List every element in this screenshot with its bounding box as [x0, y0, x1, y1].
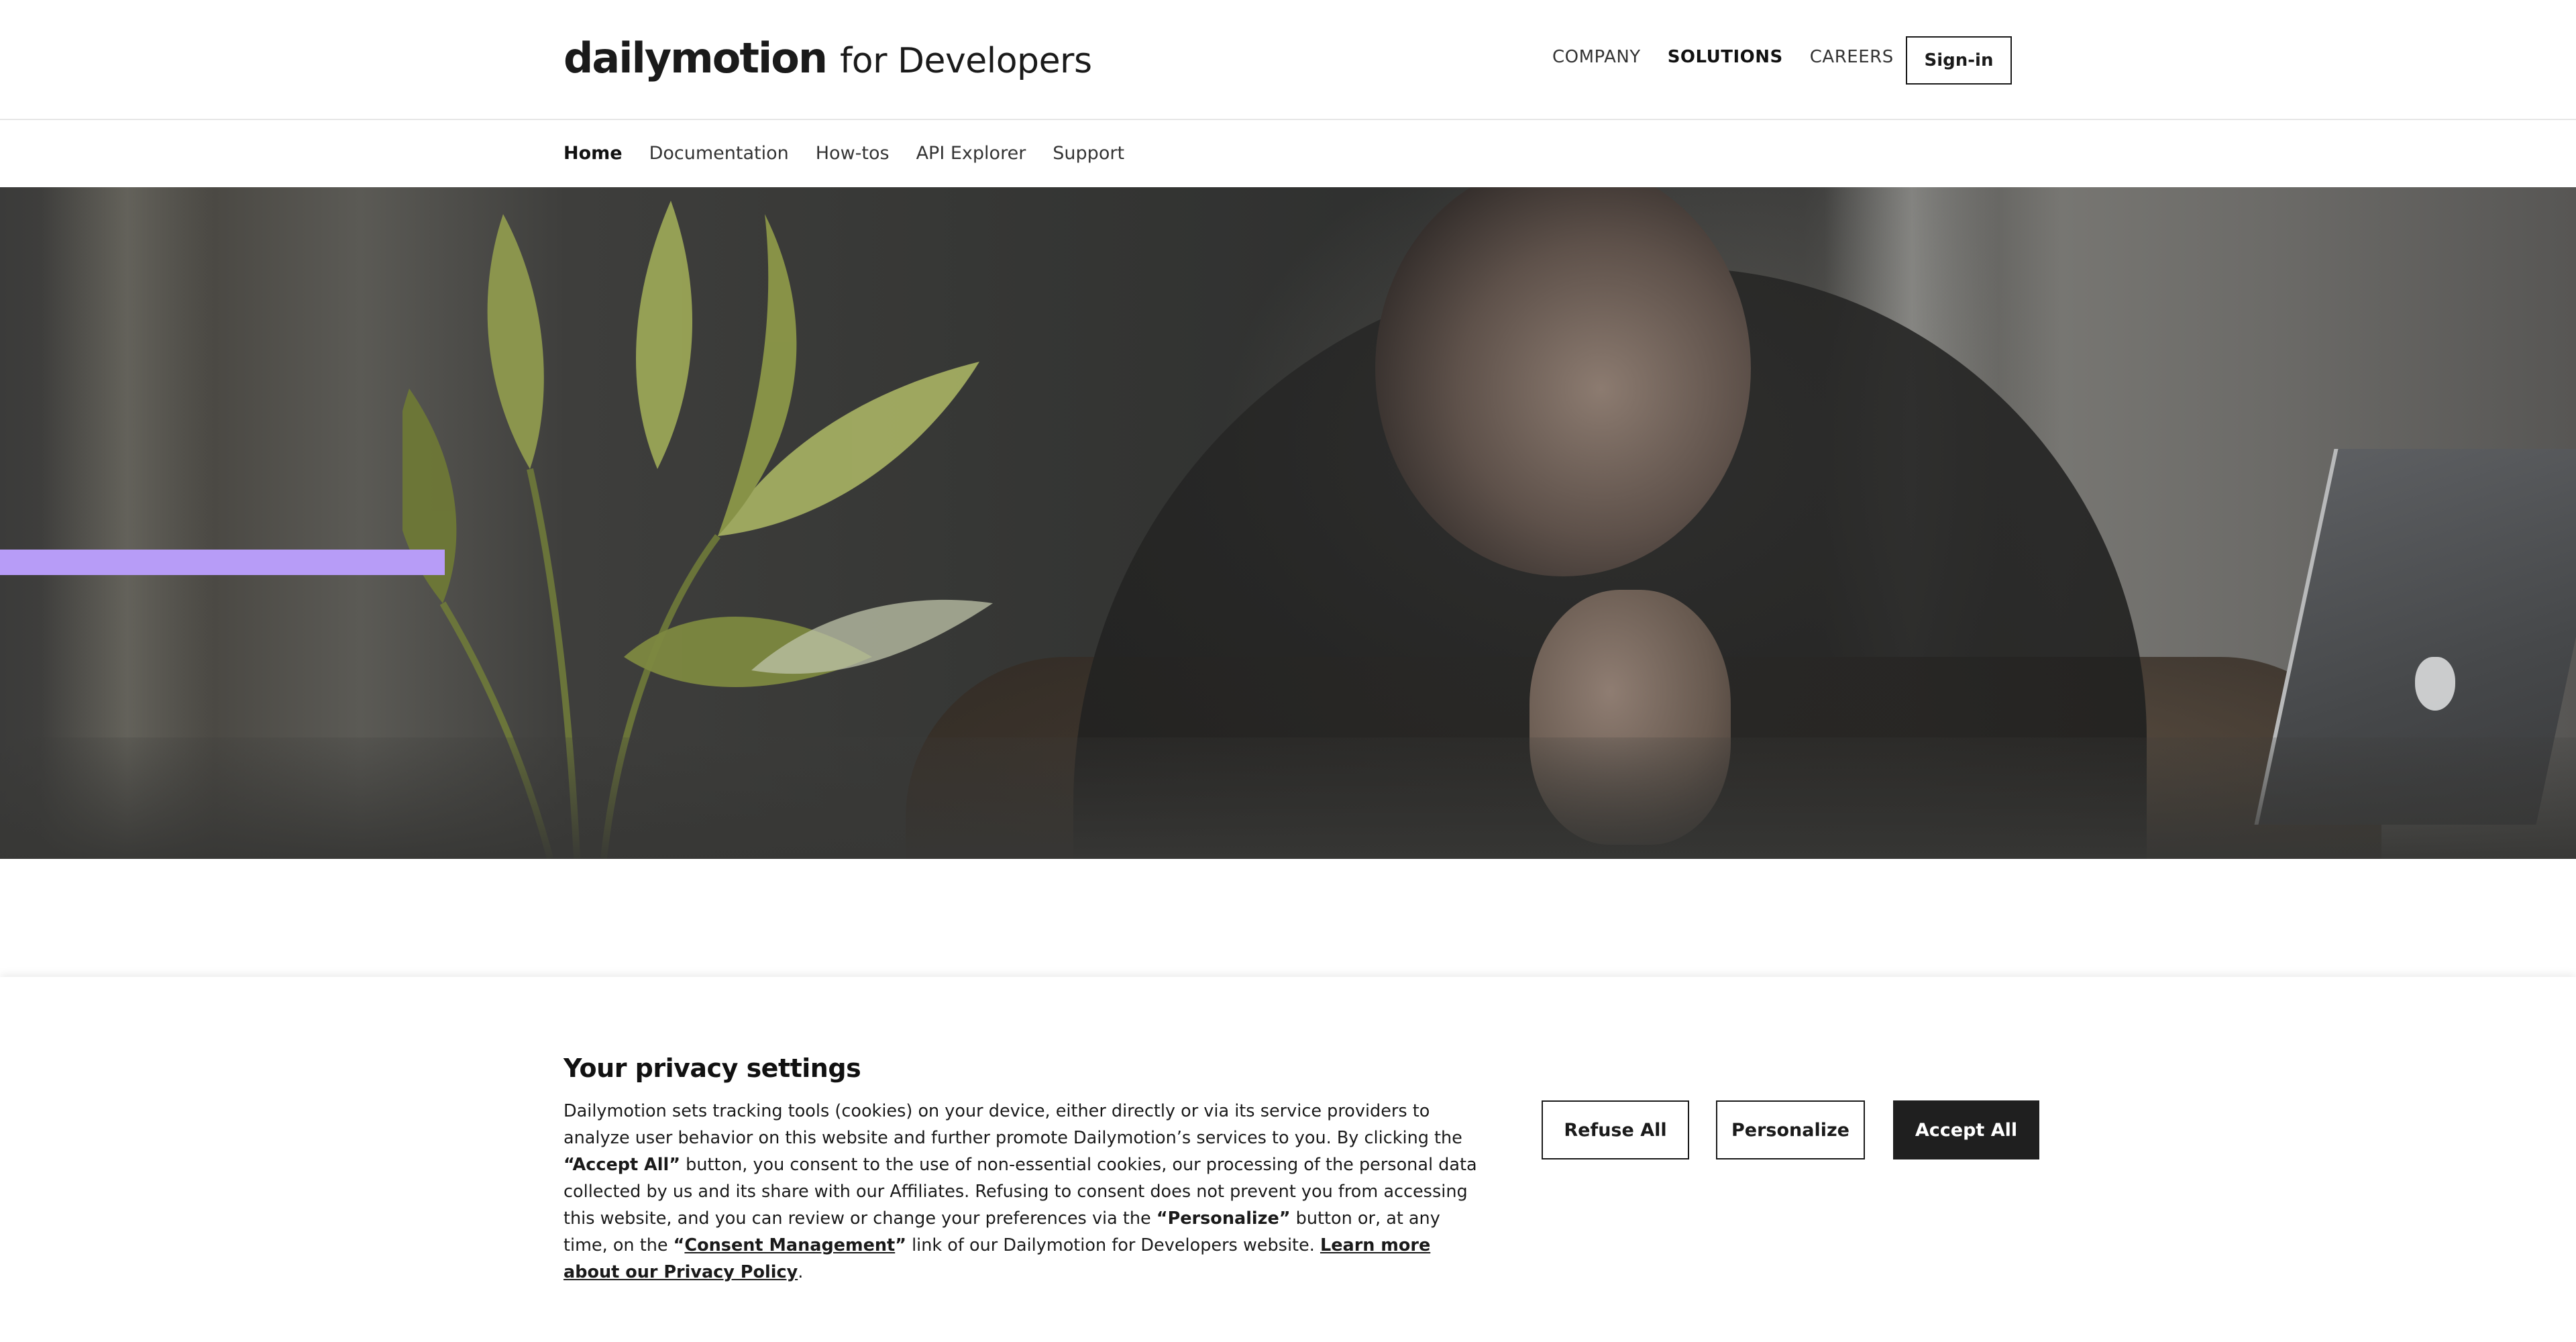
privacy-text-accept-all: “Accept All”	[564, 1155, 681, 1175]
privacy-banner: Your privacy settings Dailymotion sets t…	[0, 977, 2576, 1342]
top-nav-careers[interactable]: CAREERS	[1810, 47, 1894, 67]
privacy-text-quote-close: ”	[895, 1235, 906, 1255]
accept-all-button[interactable]: Accept All	[1893, 1100, 2039, 1159]
dailymotion-logo[interactable]: dailymotion for Developers	[564, 34, 1092, 83]
site-header: dailymotion for Developers COMPANY SOLUT…	[0, 0, 2576, 120]
sub-nav-item-how-tos[interactable]: How-tos	[816, 143, 890, 164]
hero-accent-bar	[0, 550, 445, 575]
top-nav-solutions[interactable]: SOLUTIONS	[1668, 47, 1783, 67]
logo-subtitle: for Developers	[839, 41, 1092, 81]
sub-nav-list: Home Documentation How-tos API Explorer …	[564, 143, 1124, 164]
privacy-text-part-4: link of our Dailymotion for Developers w…	[906, 1235, 1320, 1255]
sub-nav-item-api-explorer[interactable]: API Explorer	[916, 143, 1026, 164]
privacy-text-quote-open: “	[673, 1235, 685, 1255]
privacy-banner-text: Dailymotion sets tracking tools (cookies…	[564, 1098, 1483, 1286]
sub-nav-item-support[interactable]: Support	[1053, 143, 1124, 164]
logo-wordmark: dailymotion	[564, 34, 828, 83]
top-nav: COMPANY SOLUTIONS CAREERS	[1552, 47, 1894, 67]
sub-nav-item-home[interactable]: Home	[564, 143, 623, 164]
hero-image	[0, 187, 2576, 859]
top-nav-company[interactable]: COMPANY	[1552, 47, 1641, 67]
privacy-text-part-1: Dailymotion sets tracking tools (cookies…	[564, 1101, 1462, 1148]
hero-bottom-shade	[0, 737, 2576, 859]
personalize-button[interactable]: Personalize	[1716, 1100, 1865, 1159]
apple-logo-icon	[2415, 657, 2455, 711]
refuse-all-button[interactable]: Refuse All	[1542, 1100, 1689, 1159]
privacy-text-end: .	[798, 1262, 804, 1282]
privacy-banner-title: Your privacy settings	[564, 1053, 861, 1083]
privacy-text-personalize: “Personalize”	[1156, 1208, 1291, 1229]
sub-nav: Home Documentation How-tos API Explorer …	[0, 121, 2576, 187]
consent-management-link[interactable]: Consent Management	[684, 1235, 895, 1255]
sub-nav-item-documentation[interactable]: Documentation	[649, 143, 789, 164]
sign-in-button[interactable]: Sign-in	[1906, 36, 2012, 85]
